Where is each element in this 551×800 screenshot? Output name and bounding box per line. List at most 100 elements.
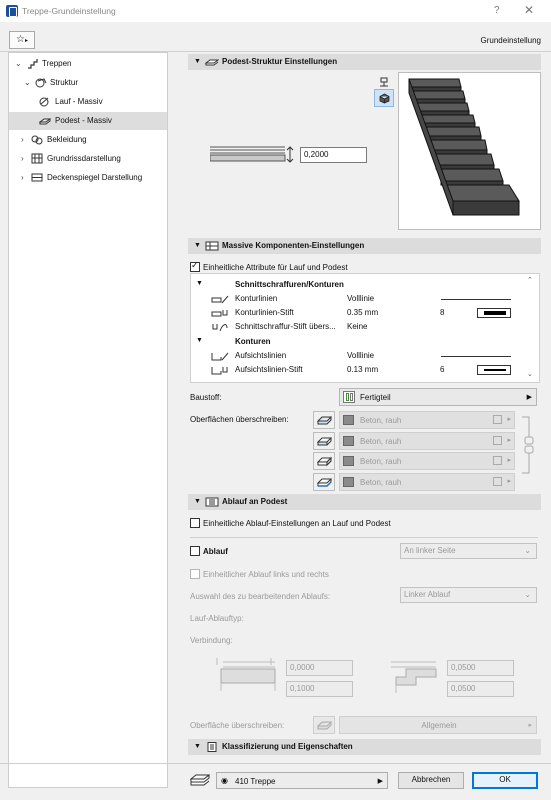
3d-view-button[interactable] bbox=[374, 89, 394, 107]
uniform-ablauf-checkbox[interactable] bbox=[190, 518, 200, 528]
help-button[interactable]: ? bbox=[494, 5, 500, 16]
pen-thickness-sample bbox=[477, 365, 511, 375]
material-label: Baustoff: bbox=[190, 393, 222, 402]
connection-label: Verbindung: bbox=[190, 636, 233, 645]
solid-line-sample bbox=[441, 299, 511, 300]
table-row[interactable]: Konturlinien-Stift 0.35 mm 8 bbox=[191, 306, 531, 320]
tree-item-deckenspiegel[interactable]: › Deckenspiegel Darstellung bbox=[9, 169, 167, 187]
left-connection-diagram bbox=[216, 658, 276, 691]
tree-item-grundriss[interactable]: › Grundrissdarstellung bbox=[9, 150, 167, 168]
pen-icon bbox=[211, 310, 228, 317]
table-row[interactable]: Aufsichtslinien-Stift 0.13 mm 6 bbox=[191, 363, 531, 377]
collapse-triangle-icon[interactable]: ▼ bbox=[194, 58, 201, 65]
ablauf-surface-button[interactable] bbox=[313, 716, 335, 734]
eye-icon: ◉ bbox=[221, 776, 228, 785]
surface-swatch bbox=[343, 456, 354, 466]
settings-tree: ⌄ Treppen ⌄ Struktur Lauf - Massiv Podes… bbox=[8, 52, 168, 788]
mode-label: Grundeinstellung bbox=[480, 36, 541, 45]
material-dropdown[interactable]: Fertigteil ▶ bbox=[339, 388, 537, 406]
surface-override-button-3[interactable] bbox=[313, 452, 335, 470]
section-classification[interactable]: ▼ Klassifizierung und Eigenschaften bbox=[188, 739, 541, 755]
table-row[interactable]: Schnittschraffur-Stift übers... Keine bbox=[191, 320, 531, 334]
landing-icon bbox=[39, 118, 51, 125]
chevron-right-icon[interactable]: › bbox=[21, 135, 24, 144]
ablauf-surface-dropdown[interactable]: Allgemein ▸ bbox=[339, 716, 537, 734]
close-button[interactable]: ✕ bbox=[524, 3, 534, 17]
ablauf-type-label: Lauf-Ablauftyp: bbox=[190, 614, 244, 623]
separator bbox=[190, 537, 538, 538]
surface-slot-3: Beton, rauh ▸ bbox=[339, 452, 515, 470]
left-connection-top-input[interactable]: 0,0000 bbox=[286, 660, 353, 676]
right-connection-bottom-input[interactable]: 0,0500 bbox=[447, 681, 514, 697]
left-connection-bottom-input[interactable]: 0,1000 bbox=[286, 681, 353, 697]
floorplan-icon bbox=[31, 153, 43, 164]
collapse-triangle-icon[interactable]: ▼ bbox=[194, 498, 201, 505]
chevron-right-icon: ▸ bbox=[507, 437, 511, 444]
side-surface-icon bbox=[317, 437, 332, 446]
edge-surface-icon bbox=[317, 456, 332, 467]
chevron-right-icon[interactable]: › bbox=[21, 173, 24, 182]
table-row[interactable]: Aufsichtslinien Volllinie bbox=[191, 349, 531, 363]
section-title: Ablauf an Podest bbox=[222, 497, 288, 506]
chevron-right-icon[interactable]: › bbox=[21, 154, 24, 163]
structure-icon bbox=[35, 78, 47, 88]
section-podest-structure[interactable]: ▼ Podest-Struktur Einstellungen bbox=[188, 54, 541, 70]
section-title: Podest-Struktur Einstellungen bbox=[222, 57, 338, 66]
tree-item-label: Grundrissdarstellung bbox=[47, 154, 121, 163]
pin-icon[interactable] bbox=[378, 76, 390, 88]
ablauf-side-select[interactable]: An linker Seite ⌄ bbox=[400, 543, 537, 559]
landing-icon bbox=[205, 59, 219, 66]
drain-icon bbox=[205, 497, 219, 507]
ablauf-checkbox[interactable] bbox=[190, 546, 200, 556]
cube-icon bbox=[379, 93, 390, 104]
favorites-button[interactable]: ☆▸ bbox=[9, 31, 35, 49]
chain-link-icon[interactable] bbox=[520, 415, 538, 475]
surface-icon bbox=[317, 721, 332, 730]
uniform-attributes-checkbox[interactable] bbox=[190, 260, 200, 272]
hatch-pen-icon bbox=[212, 324, 228, 332]
scroll-up-icon[interactable]: ⌃ bbox=[527, 276, 533, 284]
tree-item-lauf-massiv[interactable]: Lauf - Massiv bbox=[9, 93, 167, 111]
tree-item-treppen[interactable]: ⌄ Treppen bbox=[9, 55, 167, 73]
scroll-down-icon[interactable]: ⌄ bbox=[527, 370, 533, 378]
title-bar: Treppe-Grundeinstellung ? ✕ bbox=[0, 0, 551, 22]
section-massive-components[interactable]: ▼ Massive Komponenten-Einstellungen bbox=[188, 238, 541, 254]
landing-thickness-input[interactable]: 0,2000 bbox=[300, 147, 367, 163]
view-line-icon bbox=[211, 352, 229, 361]
ceiling-plan-icon bbox=[31, 173, 43, 182]
collapse-triangle-icon[interactable]: ▼ bbox=[196, 280, 203, 287]
table-group-header[interactable]: ▼ Schnittschraffuren/Konturen bbox=[191, 278, 531, 292]
chevron-down-icon: ⌄ bbox=[524, 546, 531, 555]
collapse-triangle-icon[interactable]: ▼ bbox=[194, 242, 201, 249]
table-group-header[interactable]: ▼ Konturen bbox=[191, 335, 531, 349]
classification-icon bbox=[207, 742, 217, 752]
table-row[interactable]: Konturlinien Volllinie bbox=[191, 292, 531, 306]
ok-button[interactable]: OK bbox=[472, 772, 538, 789]
section-ablauf[interactable]: ▼ Ablauf an Podest bbox=[188, 494, 541, 510]
tree-item-podest-massiv[interactable]: Podest - Massiv bbox=[9, 112, 167, 130]
chevron-right-icon: ▶ bbox=[377, 778, 383, 785]
surface-override-button-4[interactable] bbox=[313, 473, 335, 491]
stair-icon bbox=[28, 59, 38, 69]
chevron-down-icon: ⌄ bbox=[524, 590, 531, 599]
chevron-down-icon[interactable]: ⌄ bbox=[15, 59, 22, 68]
chevron-right-icon: ▸ bbox=[507, 416, 511, 423]
tree-item-bekleidung[interactable]: › Bekleidung bbox=[9, 131, 167, 149]
surface-override-button-1[interactable] bbox=[313, 411, 335, 429]
section-title: Klassifizierung und Eigenschaften bbox=[222, 742, 353, 751]
chevron-right-icon: ▶ bbox=[526, 394, 532, 401]
chevron-down-icon[interactable]: ⌄ bbox=[24, 78, 31, 87]
right-connection-top-input[interactable]: 0,0500 bbox=[447, 660, 514, 676]
collapse-triangle-icon[interactable]: ▼ bbox=[194, 743, 201, 750]
uniform-lr-checkbox[interactable] bbox=[190, 569, 200, 579]
select-ablauf-dropdown[interactable]: Linker Ablauf ⌄ bbox=[400, 587, 537, 603]
tree-item-struktur[interactable]: ⌄ Struktur bbox=[9, 74, 167, 92]
layer-dropdown[interactable]: ◉ 410 Treppe ▶ bbox=[216, 772, 388, 789]
uniform-lr-label: Einheitlicher Ablauf links und rechts bbox=[203, 570, 329, 579]
collapse-triangle-icon[interactable]: ▼ bbox=[196, 337, 203, 344]
surface-override-button-2[interactable] bbox=[313, 432, 335, 450]
surface-picker-icon bbox=[493, 436, 502, 445]
surface-slot-4: Beton, rauh ▸ bbox=[339, 473, 515, 491]
window-title: Treppe-Grundeinstellung bbox=[22, 6, 116, 16]
cancel-button[interactable]: Abbrechen bbox=[398, 772, 464, 789]
